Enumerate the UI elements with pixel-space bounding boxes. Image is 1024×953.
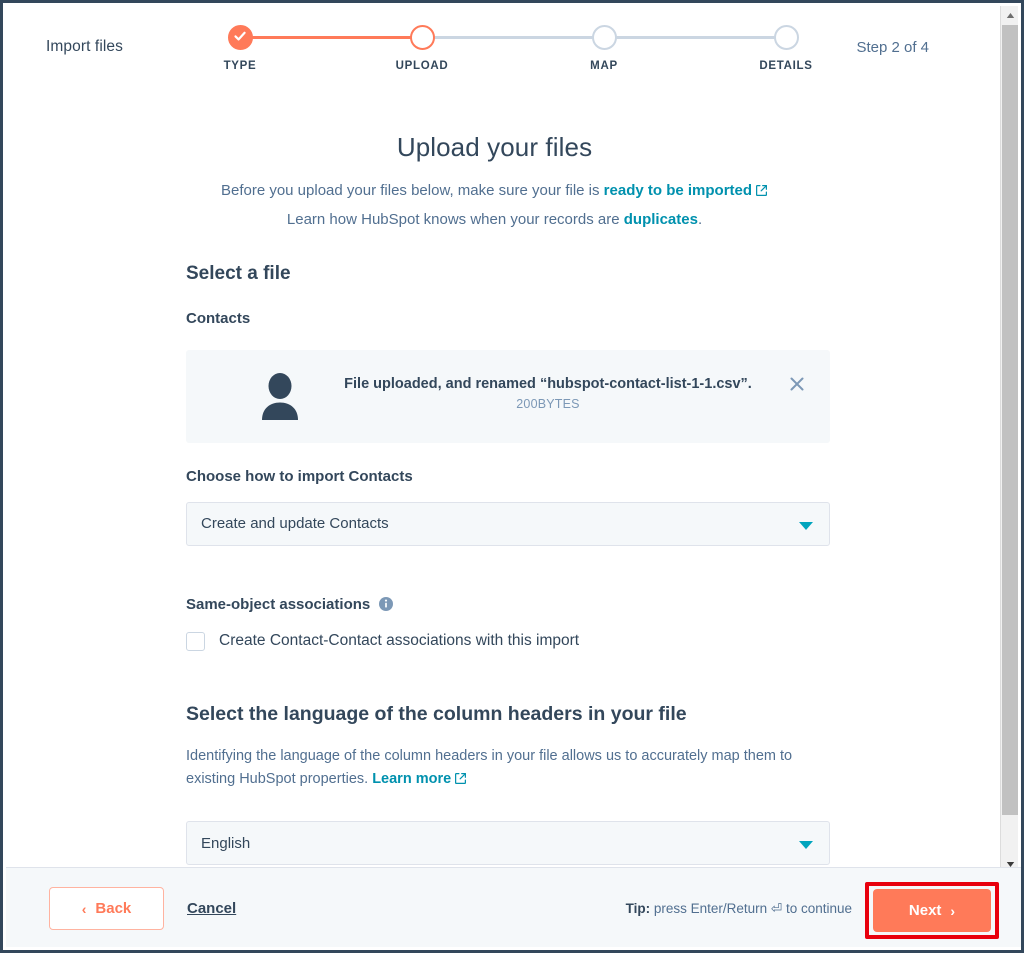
stepper-step-type[interactable]: TYPE — [195, 25, 285, 72]
intro-line-2-text: Learn how HubSpot knows when your record… — [286, 210, 624, 228]
scrollbar-thumb[interactable] — [1002, 25, 1018, 815]
chevron-down-icon — [799, 841, 813, 850]
page-title: Upload your files — [396, 132, 593, 162]
uploaded-file-card: File uploaded, and renamed “hubspot-cont… — [186, 349, 830, 443]
scroll-up-arrow-icon[interactable] — [1001, 6, 1019, 24]
back-button-label: Back — [95, 900, 132, 917]
contact-avatar-icon — [262, 372, 298, 420]
upload-form: Select a file Contacts File uploaded, an… — [186, 263, 830, 866]
vertical-scrollbar[interactable] — [1000, 6, 1018, 873]
import-mode-value: Create and update Contacts — [201, 515, 389, 532]
stepper-label-details: DETAILS — [759, 60, 813, 72]
language-description-text: Identifying the language of the column h… — [186, 747, 793, 787]
intro-line-1-text: Before you upload your files below, make… — [220, 182, 604, 199]
same-object-checkbox-label: Create Contact-Contact associations with… — [219, 632, 580, 649]
language-value: English — [201, 834, 251, 852]
stepper-dot-map — [591, 25, 617, 50]
same-object-heading-row: Same-object associations — [186, 596, 830, 613]
external-link-icon — [454, 770, 467, 793]
stepper-label-upload: UPLOAD — [395, 60, 449, 72]
next-button[interactable]: Next › — [873, 889, 991, 932]
wizard-stepper: TYPE UPLOAD MAP DETAILS — [224, 25, 812, 80]
duplicates-link[interactable]: duplicates — [624, 211, 698, 228]
uploaded-file-info: File uploaded, and renamed “hubspot-cont… — [318, 376, 778, 411]
keyboard-tip-prefix: Tip: — [625, 901, 651, 916]
language-heading: Select the language of the column header… — [186, 702, 687, 725]
uploaded-file-size: 200BYTES — [516, 396, 580, 411]
back-button[interactable]: ‹ Back — [49, 887, 164, 930]
uploaded-file-message: File uploaded, and renamed “hubspot-cont… — [344, 375, 752, 392]
stepper-dot-type — [227, 25, 253, 50]
chevron-right-icon: › — [950, 902, 956, 919]
stepper-label-map: MAP — [590, 60, 618, 72]
next-button-label: Next — [908, 902, 942, 919]
intro-line-2: Learn how HubSpot knows when your record… — [6, 209, 983, 231]
wizard-body: Upload your files Before you upload your… — [6, 90, 983, 873]
upload-step-content: Upload your files Before you upload your… — [6, 132, 983, 866]
chevron-left-icon: ‹ — [81, 900, 87, 917]
learn-more-link[interactable]: Learn more — [372, 771, 451, 787]
keyboard-tip-text: press Enter/Return ⏎ to continue — [650, 901, 852, 916]
next-button-highlight: Next › — [865, 882, 999, 939]
keyboard-tip: Tip: press Enter/Return ⏎ to continue — [626, 901, 852, 917]
intro-line-2-suffix: . — [697, 210, 703, 228]
cancel-link[interactable]: Cancel — [187, 900, 236, 917]
intro-line-1: Before you upload your files below, make… — [6, 180, 983, 204]
select-a-file-heading: Select a file — [186, 262, 291, 284]
step-counter: Step 2 of 4 — [856, 39, 929, 56]
wizard-header: Import files TYPE UPLOAD MAP DETAILS Ste… — [6, 6, 999, 90]
stepper-step-details[interactable]: DETAILS — [741, 25, 831, 72]
page-breadcrumb: Import files — [46, 38, 123, 55]
import-files-window: Import files TYPE UPLOAD MAP DETAILS Ste… — [0, 0, 1024, 953]
language-description: Identifying the language of the column h… — [186, 745, 816, 794]
close-icon[interactable] — [788, 375, 806, 393]
stepper-dot-details — [773, 25, 799, 50]
external-link-icon — [755, 182, 768, 204]
check-icon — [233, 31, 246, 41]
wizard-footer: ‹ Back Cancel Tip: press Enter/Return ⏎ … — [6, 867, 1021, 947]
stepper-step-map[interactable]: MAP — [559, 25, 649, 72]
contacts-object-label: Contacts — [186, 309, 251, 327]
stepper-label-type: TYPE — [223, 60, 257, 72]
import-mode-label: Choose how to import Contacts — [186, 467, 413, 485]
ready-to-be-imported-link[interactable]: ready to be imported — [604, 182, 752, 199]
chevron-down-icon — [799, 521, 813, 530]
import-mode-select[interactable]: Create and update Contacts — [186, 501, 830, 546]
stepper-step-upload[interactable]: UPLOAD — [377, 25, 467, 72]
same-object-checkbox-row[interactable]: Create Contact-Contact associations with… — [186, 631, 830, 651]
info-icon[interactable] — [379, 597, 394, 611]
same-object-heading: Same-object associations — [186, 595, 371, 613]
stepper-dot-upload — [409, 25, 435, 50]
language-select[interactable]: English — [186, 821, 830, 866]
same-object-checkbox[interactable] — [186, 631, 205, 651]
